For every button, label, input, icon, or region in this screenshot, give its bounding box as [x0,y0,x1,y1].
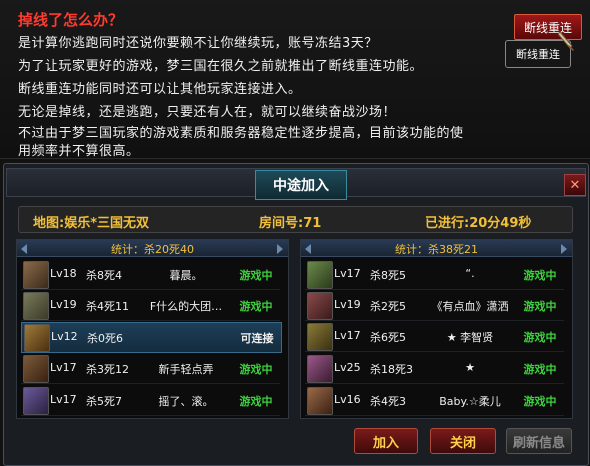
player-name: 《有点血》潇洒 [431,300,509,313]
hero-avatar [307,261,333,289]
player-status: 游戏中 [523,395,557,408]
team-stat: 统计：杀20死40 [111,243,194,256]
player-name: “. [465,267,475,280]
room-info-bar: 地图:娱乐*三国无双 房间号:71 已进行:20分49秒 [18,206,573,233]
sword-cursor-icon [558,31,574,51]
player-row-selected[interactable]: Lv12 杀0死6 可连接 [21,322,282,353]
notice-title: 掉线了怎么办？ [18,11,124,29]
player-row[interactable]: Lv19 杀4死11 F什么的大团… 游戏中 [21,291,280,321]
arrow-right-icon [277,244,283,254]
map-label: 地图:娱乐*三国无双 [33,216,149,231]
player-level: Lv17 [50,393,77,406]
player-row[interactable]: Lv17 杀8死5 “. 游戏中 [305,260,564,290]
player-row[interactable]: Lv25 杀18死3 ★ 游戏中 [305,354,564,384]
player-status: 游戏中 [239,269,273,282]
hero-avatar [307,355,333,383]
player-status: 游戏中 [523,269,557,282]
player-row[interactable]: Lv17 杀3死12 新手轻点弄 游戏中 [21,354,280,384]
player-level: Lv17 [50,361,77,374]
player-level: Lv18 [50,267,77,280]
player-kd: 杀8死5 [370,269,406,282]
player-status: 游戏中 [523,300,557,313]
player-level: Lv17 [334,267,361,280]
player-kd: 杀6死5 [370,331,406,344]
close-button[interactable]: 关闭 [430,428,496,454]
elapsed-time: 已进行:20分49秒 [425,216,532,231]
player-status: 游戏中 [239,300,273,313]
player-kd: 杀4死3 [370,395,406,408]
player-level: Lv19 [334,298,361,311]
player-kd: 杀8死4 [86,269,122,282]
team-panel-right: 统计：杀38死21 Lv17 杀8死5 “. 游戏中 Lv19 杀2死5 《有点… [300,239,573,419]
team-header: 统计：杀20死40 [17,240,288,257]
player-status: 游戏中 [523,363,557,376]
hero-avatar [24,324,50,352]
player-level: Lv12 [51,330,78,343]
player-name: ★ [465,361,475,374]
player-name: F什么的大团… [149,300,223,313]
notice-line: 不过由于梦三国玩家的游戏素质和服务器稳定性逐步提高，目前该功能的使 [18,126,464,141]
arrow-right-icon [561,244,567,254]
dialog-header: 中途加入 ✕ [6,168,586,200]
player-row[interactable]: Lv17 杀6死5 ★ 李智贤 游戏中 [305,322,564,352]
player-status: 游戏中 [523,331,557,344]
room-number: 房间号:71 [259,216,322,231]
player-level: Lv19 [50,298,77,311]
player-kd: 杀5死7 [86,395,122,408]
player-name: Baby.☆柔儿 [439,395,501,408]
team-header: 统计：杀38死21 [301,240,572,257]
notice-panel: 掉线了怎么办？ 是计算你逃跑同时还说你要赖不让你继续玩，账号冻结3天？ 为了让玩… [0,0,590,159]
hero-avatar [23,261,49,289]
player-status: 游戏中 [239,395,273,408]
notice-line: 用频率并不算很高。 [18,144,140,159]
hero-avatar [23,292,49,320]
player-level: Lv17 [334,329,361,342]
player-level: Lv16 [334,393,361,406]
join-dialog: 中途加入 ✕ 地图:娱乐*三国无双 房间号:71 已进行:20分49秒 统计：杀… [3,163,589,466]
player-row[interactable]: Lv16 杀4死3 Baby.☆柔儿 游戏中 [305,386,564,416]
player-level: Lv25 [334,361,361,374]
dialog-title: 中途加入 [255,170,347,200]
hero-avatar [307,387,333,415]
notice-line: 是计算你逃跑同时还说你要赖不让你继续玩，账号冻结3天？ [18,36,378,51]
player-name: ★ 李智贤 [446,331,494,344]
hero-avatar [23,387,49,415]
player-kd: 杀18死3 [370,363,413,376]
close-icon[interactable]: ✕ [564,174,586,196]
team-stat: 统计：杀38死21 [395,243,478,256]
player-status: 游戏中 [239,363,273,376]
player-row[interactable]: Lv19 杀2死5 《有点血》潇洒 游戏中 [305,291,564,321]
notice-line: 为了让玩家更好的游戏，梦三国在很久之前就推出了断线重连功能。 [18,59,424,74]
player-row[interactable]: Lv18 杀8死4 暮晨。 游戏中 [21,260,280,290]
hero-avatar [307,323,333,351]
player-name: 摇了、滚。 [158,395,214,408]
join-button[interactable]: 加入 [354,428,418,454]
hero-avatar [307,292,333,320]
refresh-button[interactable]: 刷新信息 [506,428,572,454]
player-name: 暮晨。 [169,269,203,282]
player-row[interactable]: Lv17 杀5死7 摇了、滚。 游戏中 [21,386,280,416]
player-kd: 杀3死12 [86,363,129,376]
team-panel-left: 统计：杀20死40 Lv18 杀8死4 暮晨。 游戏中 Lv19 杀4死11 F… [16,239,289,419]
player-name: 新手轻点弄 [158,363,214,376]
player-status: 可连接 [240,332,274,345]
player-kd: 杀0死6 [87,332,123,345]
hero-avatar [23,355,49,383]
player-kd: 杀2死5 [370,300,406,313]
notice-line: 断线重连功能同时还可以让其他玩家连接进入。 [18,82,302,97]
notice-line: 无论是掉线，还是逃跑，只要还有人在，就可以继续奋战沙场！ [18,105,397,120]
player-kd: 杀4死11 [86,300,129,313]
